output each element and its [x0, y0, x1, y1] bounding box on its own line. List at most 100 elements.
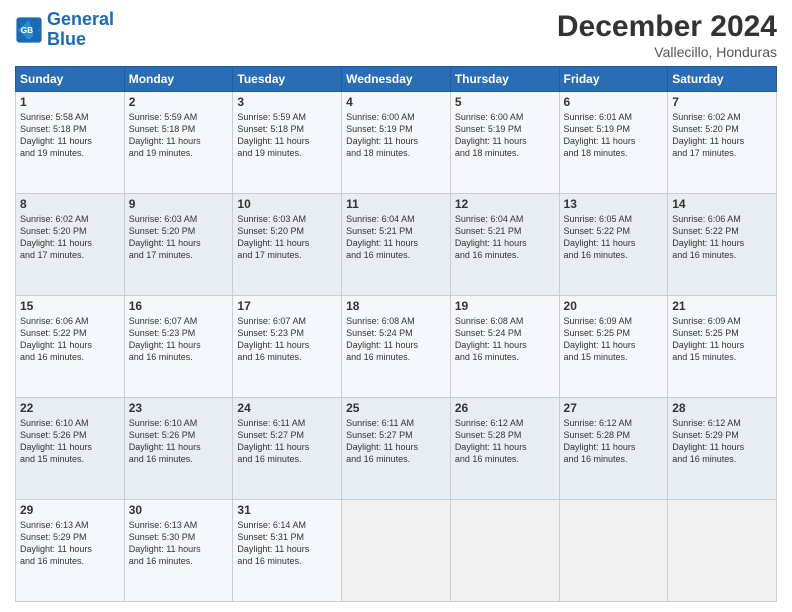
calendar-day-header: Saturday — [668, 67, 777, 92]
day-info: Sunrise: 6:00 AM Sunset: 5:19 PM Dayligh… — [346, 111, 446, 160]
day-number: 18 — [346, 299, 446, 313]
calendar-week-row: 29 Sunrise: 6:13 AM Sunset: 5:29 PM Dayli… — [16, 500, 777, 602]
calendar-cell: 11Sunrise: 6:04 AM Sunset: 5:21 PM Dayli… — [342, 194, 451, 296]
calendar-week-row: 22 Sunrise: 6:10 AM Sunset: 5:26 PM Dayli… — [16, 398, 777, 500]
calendar-cell: 12 Sunrise: 6:04 AM Sunset: 5:21 PM Dayli… — [450, 194, 559, 296]
calendar-week-row: 8Sunrise: 6:02 AM Sunset: 5:20 PM Daylig… — [16, 194, 777, 296]
day-number: 21 — [672, 299, 772, 313]
day-info: Sunrise: 6:08 AM Sunset: 5:24 PM Dayligh… — [455, 315, 555, 364]
day-number: 27 — [564, 401, 664, 415]
calendar-cell: 5 Sunrise: 6:00 AM Sunset: 5:19 PM Daylig… — [450, 92, 559, 194]
day-info: Sunrise: 6:11 AM Sunset: 5:27 PM Dayligh… — [237, 417, 337, 466]
calendar-cell: 10 Sunrise: 6:03 AM Sunset: 5:20 PM Dayli… — [233, 194, 342, 296]
day-info: Sunrise: 6:07 AM Sunset: 5:23 PM Dayligh… — [237, 315, 337, 364]
calendar-cell: 21 Sunrise: 6:09 AM Sunset: 5:25 PM Dayli… — [668, 296, 777, 398]
day-number: 7 — [672, 95, 772, 109]
calendar-cell — [559, 500, 668, 602]
calendar-cell: 2 Sunrise: 5:59 AM Sunset: 5:18 PM Daylig… — [124, 92, 233, 194]
calendar-cell: 26 Sunrise: 6:12 AM Sunset: 5:28 PM Dayli… — [450, 398, 559, 500]
calendar-cell: 17 Sunrise: 6:07 AM Sunset: 5:23 PM Dayli… — [233, 296, 342, 398]
day-number: 22 — [20, 401, 120, 415]
day-info: Sunrise: 6:10 AM Sunset: 5:26 PM Dayligh… — [129, 417, 229, 466]
calendar-day-header: Tuesday — [233, 67, 342, 92]
calendar-cell: 24 Sunrise: 6:11 AM Sunset: 5:27 PM Dayli… — [233, 398, 342, 500]
day-info: Sunrise: 6:12 AM Sunset: 5:29 PM Dayligh… — [672, 417, 772, 466]
day-number: 30 — [129, 503, 229, 517]
day-number: 2 — [129, 95, 229, 109]
day-info: Sunrise: 6:08 AM Sunset: 5:24 PM Dayligh… — [346, 315, 446, 364]
calendar-cell: 13Sunrise: 6:05 AM Sunset: 5:22 PM Dayli… — [559, 194, 668, 296]
calendar-week-row: 15Sunrise: 6:06 AM Sunset: 5:22 PM Dayli… — [16, 296, 777, 398]
day-number: 29 — [20, 503, 120, 517]
day-number: 26 — [455, 401, 555, 415]
day-info: Sunrise: 5:58 AM Sunset: 5:18 PM Dayligh… — [20, 111, 120, 160]
day-info: Sunrise: 6:09 AM Sunset: 5:25 PM Dayligh… — [672, 315, 772, 364]
day-number: 17 — [237, 299, 337, 313]
logo-text: General Blue — [47, 10, 114, 50]
day-info: Sunrise: 6:01 AM Sunset: 5:19 PM Dayligh… — [564, 111, 664, 160]
calendar-cell: 15Sunrise: 6:06 AM Sunset: 5:22 PM Dayli… — [16, 296, 125, 398]
calendar-day-header: Thursday — [450, 67, 559, 92]
title-block: December 2024 Vallecillo, Honduras — [557, 10, 777, 60]
calendar-table: SundayMondayTuesdayWednesdayThursdayFrid… — [15, 66, 777, 602]
calendar-cell: 7 Sunrise: 6:02 AM Sunset: 5:20 PM Daylig… — [668, 92, 777, 194]
day-info: Sunrise: 6:13 AM Sunset: 5:30 PM Dayligh… — [129, 519, 229, 568]
calendar-day-header: Wednesday — [342, 67, 451, 92]
day-info: Sunrise: 6:09 AM Sunset: 5:25 PM Dayligh… — [564, 315, 664, 364]
day-number: 5 — [455, 95, 555, 109]
day-info: Sunrise: 5:59 AM Sunset: 5:18 PM Dayligh… — [129, 111, 229, 160]
day-number: 24 — [237, 401, 337, 415]
calendar-cell: 27 Sunrise: 6:12 AM Sunset: 5:28 PM Dayli… — [559, 398, 668, 500]
day-info: Sunrise: 6:14 AM Sunset: 5:31 PM Dayligh… — [237, 519, 337, 568]
calendar-cell: 3Sunrise: 5:59 AM Sunset: 5:18 PM Daylig… — [233, 92, 342, 194]
day-info: Sunrise: 6:12 AM Sunset: 5:28 PM Dayligh… — [564, 417, 664, 466]
day-info: Sunrise: 6:02 AM Sunset: 5:20 PM Dayligh… — [672, 111, 772, 160]
calendar-cell: 25 Sunrise: 6:11 AM Sunset: 5:27 PM Dayli… — [342, 398, 451, 500]
calendar-cell — [450, 500, 559, 602]
day-number: 19 — [455, 299, 555, 313]
calendar-cell: 14Sunrise: 6:06 AM Sunset: 5:22 PM Dayli… — [668, 194, 777, 296]
day-number: 13 — [564, 197, 664, 211]
main-title: December 2024 — [557, 10, 777, 44]
calendar-header-row: SundayMondayTuesdayWednesdayThursdayFrid… — [16, 67, 777, 92]
day-number: 31 — [237, 503, 337, 517]
logo-line1: General — [47, 9, 114, 29]
day-info: Sunrise: 6:04 AM Sunset: 5:21 PM Dayligh… — [346, 213, 446, 262]
day-info: Sunrise: 6:06 AM Sunset: 5:22 PM Dayligh… — [672, 213, 772, 262]
calendar-cell: 8Sunrise: 6:02 AM Sunset: 5:20 PM Daylig… — [16, 194, 125, 296]
day-number: 9 — [129, 197, 229, 211]
calendar-cell: 19 Sunrise: 6:08 AM Sunset: 5:24 PM Dayli… — [450, 296, 559, 398]
svg-text:GB: GB — [21, 25, 34, 35]
calendar-cell — [668, 500, 777, 602]
day-info: Sunrise: 6:03 AM Sunset: 5:20 PM Dayligh… — [237, 213, 337, 262]
calendar-cell: 18 Sunrise: 6:08 AM Sunset: 5:24 PM Dayli… — [342, 296, 451, 398]
subtitle: Vallecillo, Honduras — [557, 44, 777, 60]
day-number: 28 — [672, 401, 772, 415]
calendar-cell: 23Sunrise: 6:10 AM Sunset: 5:26 PM Dayli… — [124, 398, 233, 500]
day-info: Sunrise: 6:11 AM Sunset: 5:27 PM Dayligh… — [346, 417, 446, 466]
calendar-cell: 20 Sunrise: 6:09 AM Sunset: 5:25 PM Dayli… — [559, 296, 668, 398]
day-number: 12 — [455, 197, 555, 211]
page: GB General Blue December 2024 Vallecillo… — [0, 0, 792, 612]
calendar-cell — [342, 500, 451, 602]
day-number: 25 — [346, 401, 446, 415]
day-number: 20 — [564, 299, 664, 313]
calendar-day-header: Friday — [559, 67, 668, 92]
calendar-cell: 29 Sunrise: 6:13 AM Sunset: 5:29 PM Dayli… — [16, 500, 125, 602]
day-number: 6 — [564, 95, 664, 109]
day-info: Sunrise: 6:03 AM Sunset: 5:20 PM Dayligh… — [129, 213, 229, 262]
calendar-cell: 22Sunrise: 6:10 AM Sunset: 5:26 PM Dayli… — [16, 398, 125, 500]
calendar-week-row: 1Sunrise: 5:58 AM Sunset: 5:18 PM Daylig… — [16, 92, 777, 194]
day-info: Sunrise: 6:04 AM Sunset: 5:21 PM Dayligh… — [455, 213, 555, 262]
day-info: Sunrise: 6:07 AM Sunset: 5:23 PM Dayligh… — [129, 315, 229, 364]
calendar-day-header: Monday — [124, 67, 233, 92]
day-info: Sunrise: 6:00 AM Sunset: 5:19 PM Dayligh… — [455, 111, 555, 160]
day-info: Sunrise: 5:59 AM Sunset: 5:18 PM Dayligh… — [237, 111, 337, 160]
header: GB General Blue December 2024 Vallecillo… — [15, 10, 777, 60]
day-number: 10 — [237, 197, 337, 211]
day-number: 16 — [129, 299, 229, 313]
day-info: Sunrise: 6:13 AM Sunset: 5:29 PM Dayligh… — [20, 519, 120, 568]
calendar-day-header: Sunday — [16, 67, 125, 92]
day-info: Sunrise: 6:12 AM Sunset: 5:28 PM Dayligh… — [455, 417, 555, 466]
calendar-cell: 30 Sunrise: 6:13 AM Sunset: 5:30 PM Dayli… — [124, 500, 233, 602]
